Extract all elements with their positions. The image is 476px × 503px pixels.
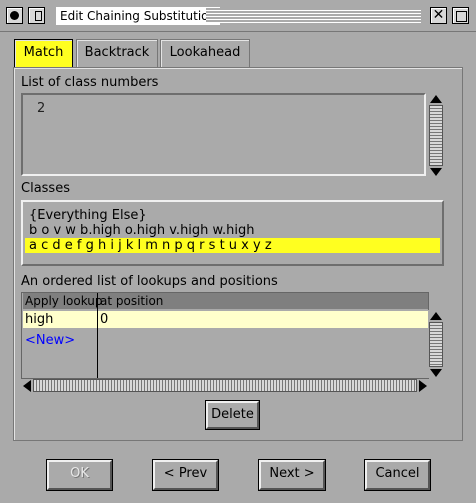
class-item-everything-else[interactable]: {Everything Else}	[25, 208, 440, 223]
lookups-vscrollbar[interactable]	[428, 310, 445, 378]
scroll-right-icon[interactable]	[419, 380, 427, 392]
scroll-thumb[interactable]	[429, 322, 443, 367]
next-button-label: Next >	[259, 460, 325, 490]
class-numbers-textarea[interactable]: 2	[21, 93, 426, 176]
circle-icon	[10, 11, 19, 20]
close-button[interactable]: ✕	[430, 7, 447, 24]
classes-list[interactable]: {Everything Else} b o v w b.high o.high …	[21, 200, 444, 266]
tab-lookahead[interactable]: Lookahead	[160, 39, 250, 67]
class-numbers-scrollbar[interactable]	[428, 93, 445, 177]
delete-button[interactable]: Delete	[205, 400, 260, 430]
maximize-button[interactable]	[452, 7, 469, 24]
column-apply-lookup[interactable]: Apply lookup	[23, 293, 103, 309]
scroll-thumb[interactable]	[33, 379, 417, 392]
new-lookup-link[interactable]: <New>	[25, 333, 75, 348]
window-title: Edit Chaining Substitution	[56, 7, 221, 25]
lookups-label: An ordered list of lookups and positions	[21, 274, 278, 289]
ok-button-label: OK	[47, 460, 112, 490]
delete-button-label: Delete	[206, 401, 259, 429]
lookups-table-header: Apply lookup at position	[23, 293, 428, 309]
class-numbers-value: 2	[37, 101, 46, 116]
scroll-up-icon[interactable]	[428, 95, 442, 103]
shade-icon	[35, 11, 42, 21]
next-button[interactable]: Next >	[258, 459, 326, 491]
table-row[interactable]: high 0	[23, 311, 428, 328]
position-cell[interactable]: 0	[98, 311, 108, 328]
scroll-down-icon[interactable]	[428, 369, 442, 377]
lookups-hscrollbar[interactable]	[21, 378, 429, 394]
shade-button[interactable]	[28, 7, 45, 24]
class-item-selected[interactable]: a c d e f g h i j k l m n p q r s t u x …	[25, 238, 440, 253]
scroll-up-icon[interactable]	[428, 312, 442, 320]
class-numbers-label: List of class numbers	[21, 75, 159, 90]
lookup-cell[interactable]: high	[23, 311, 53, 328]
column-at-position[interactable]: at position	[98, 293, 163, 309]
window-menu-button[interactable]	[6, 7, 23, 24]
cancel-button-label: Cancel	[365, 460, 430, 490]
prev-button-label: < Prev	[153, 460, 218, 490]
prev-button[interactable]: < Prev	[152, 459, 219, 491]
class-item-1[interactable]: b o v w b.high o.high v.high w.high	[25, 223, 440, 238]
scroll-thumb[interactable]	[429, 105, 443, 166]
column-divider	[97, 293, 98, 378]
title-bar: Edit Chaining Substitution ✕	[0, 0, 476, 32]
tab-backtrack[interactable]: Backtrack	[76, 39, 158, 67]
ok-button[interactable]: OK	[46, 459, 113, 491]
classes-label: Classes	[21, 181, 70, 196]
scroll-down-icon[interactable]	[428, 168, 442, 176]
close-icon: ✕	[432, 7, 445, 23]
maximize-icon	[456, 11, 467, 22]
scroll-left-icon[interactable]	[23, 380, 31, 392]
title-bar-drag-area[interactable]	[206, 8, 421, 23]
cancel-button[interactable]: Cancel	[364, 459, 431, 491]
tab-match[interactable]: Match	[14, 39, 73, 67]
